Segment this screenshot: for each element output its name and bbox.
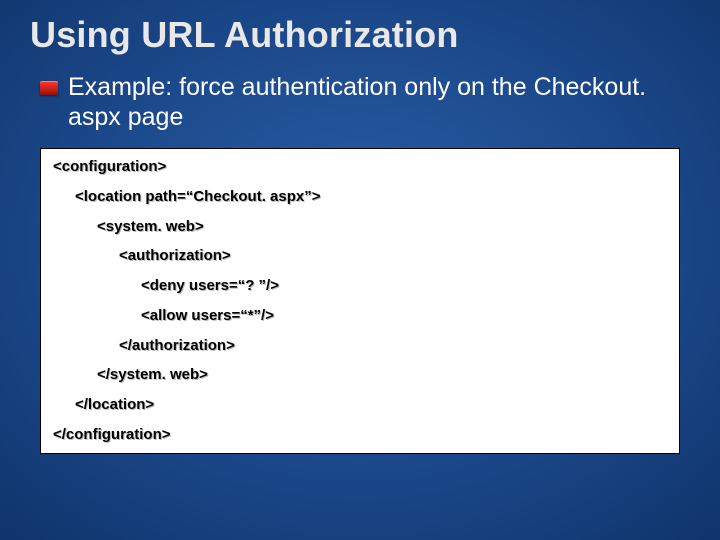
code-line: <deny users=“? ”/> [53, 278, 667, 294]
bullet-icon [40, 81, 58, 95]
code-line: <location path=“Checkout. aspx”> [53, 189, 667, 205]
code-line: <authorization> [53, 248, 667, 264]
code-line: </authorization> [53, 338, 667, 354]
code-line: <configuration> [53, 159, 667, 175]
code-line: </system. web> [53, 367, 667, 383]
slide-title: Using URL Authorization [0, 0, 720, 64]
slide: Using URL Authorization Example: force a… [0, 0, 720, 540]
code-line: </configuration> [53, 427, 667, 443]
bullet-text: Example: force authentication only on th… [68, 72, 680, 132]
code-box: <configuration> <location path=“Checkout… [40, 148, 680, 454]
code-line: <allow users=“*”/> [53, 308, 667, 324]
bullet-row: Example: force authentication only on th… [0, 64, 720, 142]
code-line: <system. web> [53, 219, 667, 235]
code-line: </location> [53, 397, 667, 413]
